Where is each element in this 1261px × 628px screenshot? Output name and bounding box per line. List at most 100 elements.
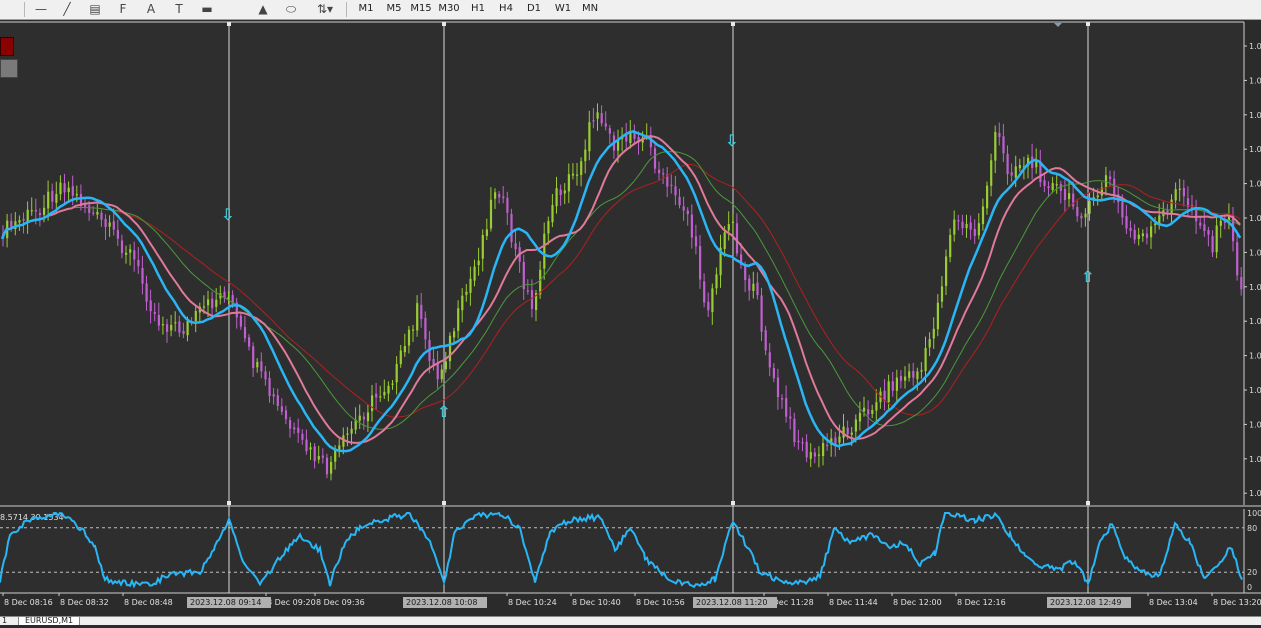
red-panel-button[interactable] — [0, 37, 14, 56]
bear-candle — [1125, 216, 1128, 229]
chart-area[interactable]: 1.0 1.0 1.0 1.0 1.0 1.0 1.0 1.0 1.0 1.0 1.0 1.0 1.0 1… — [0, 20, 1261, 624]
timeframe-h1[interactable]: H1 — [469, 1, 487, 17]
toolbar-separator — [346, 2, 347, 17]
bear-candle — [284, 410, 288, 420]
bear-candle — [891, 381, 894, 391]
timeframe-m5[interactable]: M5 — [384, 1, 404, 17]
timeframe-m15[interactable]: M15 — [410, 1, 432, 17]
bull-candle — [965, 223, 968, 229]
bull-candle — [227, 296, 230, 300]
bull-candle — [215, 299, 218, 307]
bull-candle — [932, 328, 935, 339]
line-handle-bottom[interactable] — [731, 501, 735, 505]
bull-candle — [416, 303, 419, 331]
oscillator-scale-label: 100 — [1247, 509, 1261, 518]
price-label: 1.0 — [1249, 352, 1261, 361]
oscillator-scale-label: 0 — [1247, 583, 1252, 592]
sell-arrow-icon[interactable]: ⇩ — [725, 131, 738, 150]
bull-candle — [977, 223, 980, 236]
timeframe-h4[interactable]: H4 — [497, 1, 515, 17]
bear-candle — [436, 363, 439, 380]
bear-candle — [756, 282, 759, 296]
bear-candle — [744, 264, 747, 281]
bear-candle — [260, 361, 263, 372]
bear-candle — [682, 206, 685, 211]
chart-canvas[interactable]: 1.0 1.0 1.0 1.0 1.0 1.0 1.0 1.0 1.0 1.0 1.0 1.0 1.0 1… — [0, 20, 1261, 624]
line-handle-top[interactable] — [442, 22, 446, 26]
bear-candle — [867, 409, 870, 415]
bull-candle — [953, 219, 956, 235]
timeframe-m1[interactable]: M1 — [356, 1, 376, 17]
line-handle-bottom[interactable] — [442, 501, 446, 505]
bear-candle — [239, 315, 242, 327]
fibonacci-icon[interactable]: ▤ — [86, 1, 104, 17]
bear-candle — [1236, 242, 1239, 276]
bear-candle — [301, 433, 304, 440]
bear-candle — [699, 245, 702, 280]
bull-candle — [477, 260, 480, 266]
bear-candle — [805, 441, 808, 458]
bear-candle — [71, 186, 74, 196]
bull-candle — [1219, 220, 1222, 226]
bear-candle — [653, 148, 657, 169]
bull-candle — [986, 185, 989, 209]
timeframe-w1[interactable]: W1 — [553, 1, 573, 17]
bull-candle — [473, 266, 476, 281]
bear-candle — [100, 212, 103, 220]
bull-candle — [309, 447, 312, 450]
trendline-icon[interactable]: ╱ — [58, 1, 76, 17]
bull-candle — [43, 207, 46, 215]
bull-candle — [67, 187, 70, 193]
triangle-icon[interactable]: ▲ — [254, 1, 272, 17]
bull-candle — [875, 402, 878, 411]
horizontal-line-icon[interactable]: — — [32, 1, 50, 17]
timeframe-d1[interactable]: D1 — [525, 1, 543, 17]
buy-arrow-icon[interactable]: ⇧ — [437, 402, 450, 421]
line-handle-top[interactable] — [1086, 22, 1090, 26]
line-handle-top[interactable] — [227, 22, 231, 26]
bull-candle — [55, 193, 58, 203]
timeframe-m30[interactable]: M30 — [438, 1, 460, 17]
fibo-fan-icon[interactable]: F — [114, 1, 132, 17]
line-handle-bottom[interactable] — [227, 501, 231, 505]
bull-candle — [407, 329, 411, 346]
highlighted-time-label: 2023.12.08 09:14 — [190, 598, 261, 607]
bull-candle — [1051, 183, 1054, 190]
bear-candle — [813, 452, 816, 457]
bull-candle — [125, 252, 128, 255]
bear-candle — [678, 196, 681, 206]
bear-candle — [846, 427, 849, 435]
rectangle-icon[interactable]: ▬ — [198, 1, 216, 17]
bear-candle — [510, 213, 513, 243]
bear-candle — [633, 132, 636, 139]
timeframe-mn[interactable]: MN — [580, 1, 600, 17]
time-label: 8 Dec 13:04 — [1149, 598, 1198, 607]
price-label: 1.0 — [1249, 180, 1261, 189]
bull-candle — [551, 205, 554, 223]
bull-candle — [1150, 226, 1153, 238]
gray-panel-button[interactable] — [0, 59, 18, 78]
line-handle-bottom[interactable] — [1086, 501, 1090, 505]
bull-candle — [555, 188, 558, 207]
arrows-menu-icon[interactable]: ⇅▾ — [316, 1, 334, 17]
line-handle-top[interactable] — [731, 22, 735, 26]
bull-candle — [580, 161, 583, 176]
time-label: 8 Dec 12:16 — [957, 598, 1006, 607]
bear-candle — [526, 290, 529, 292]
bull-candle — [945, 256, 948, 286]
text-label-icon[interactable]: T — [170, 1, 188, 17]
text-icon[interactable]: A — [142, 1, 160, 17]
bear-candle — [674, 186, 677, 196]
sell-arrow-icon[interactable]: ⇩ — [221, 205, 234, 224]
shapes-icon[interactable]: ⬭ — [282, 1, 300, 17]
toolbar-separator — [24, 2, 25, 17]
bear-candle — [264, 371, 267, 380]
buy-arrow-icon[interactable]: ⇧ — [1081, 267, 1094, 286]
price-label: 1.0 — [1249, 145, 1261, 154]
bull-candle — [539, 269, 542, 295]
bull-candle — [1174, 189, 1177, 201]
bear-candle — [793, 418, 796, 443]
bear-candle — [703, 281, 706, 303]
bull-candle — [1088, 201, 1091, 214]
bear-candle — [1010, 172, 1013, 176]
